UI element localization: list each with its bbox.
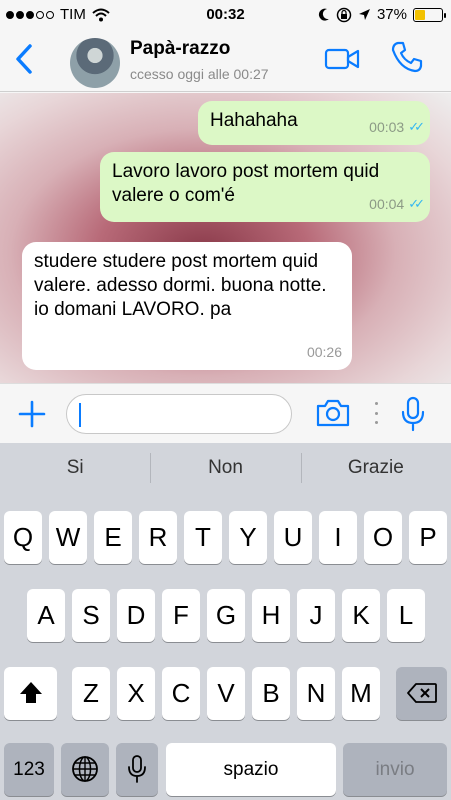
message-bubble[interactable]: Lavoro lavoro post mortem quid valere o … — [100, 152, 430, 222]
key-p[interactable]: P — [409, 511, 447, 564]
key-v[interactable]: V — [207, 667, 245, 720]
microphone-icon — [128, 755, 146, 783]
key-l[interactable]: L — [387, 589, 425, 642]
message-time: 00:26 — [306, 344, 342, 360]
message-text: studere studere post mortem quid valere.… — [34, 251, 327, 320]
status-right: 37% — [318, 6, 446, 23]
contact-avatar[interactable] — [70, 38, 120, 88]
key-k[interactable]: K — [342, 589, 380, 642]
more-options-icon[interactable] — [372, 402, 380, 424]
read-ticks-icon: ✓✓ — [408, 196, 425, 211]
battery-percent: 37% — [376, 6, 407, 23]
text-cursor — [79, 403, 81, 427]
shift-arrow-icon — [19, 682, 42, 703]
key-t[interactable]: T — [184, 511, 222, 564]
battery-level-fill — [415, 9, 425, 20]
phone-call-icon[interactable] — [390, 40, 424, 74]
space-key[interactable]: spazio — [166, 743, 336, 796]
suggestion-item[interactable]: Non — [150, 443, 300, 493]
key-c[interactable]: C — [162, 667, 200, 720]
key-f[interactable]: F — [162, 589, 200, 642]
message-meta: 00:03 ✓✓ — [369, 115, 425, 139]
key-u[interactable]: U — [274, 511, 312, 564]
key-m[interactable]: M — [342, 667, 380, 720]
key-h[interactable]: H — [252, 589, 290, 642]
chat-header: Papà-razzo ccesso oggi alle 00:27 — [0, 30, 451, 92]
delete-key[interactable] — [396, 667, 447, 720]
globe-icon — [72, 756, 98, 782]
message-input[interactable] — [66, 394, 292, 434]
message-text: Hahahaha — [210, 110, 298, 131]
predictive-suggestions: Si Non Grazie — [0, 443, 451, 493]
last-seen-status: ccesso oggi alle 00:27 — [130, 66, 269, 82]
message-time: 00:03 — [369, 119, 405, 135]
key-z[interactable]: Z — [72, 667, 110, 720]
location-arrow-icon — [358, 9, 370, 20]
key-e[interactable]: E — [94, 511, 132, 564]
keyboard: Q W E R T Y U I O P A S D F G H J K L Z … — [0, 493, 451, 800]
plus-icon[interactable] — [14, 396, 50, 432]
back-chevron-icon[interactable] — [10, 42, 40, 76]
key-o[interactable]: O — [364, 511, 402, 564]
chat-messages[interactable]: Hahahaha 00:03 ✓✓ Lavoro lavoro post mor… — [0, 93, 451, 383]
backspace-icon — [406, 683, 437, 703]
key-j[interactable]: J — [297, 589, 335, 642]
key-x[interactable]: X — [117, 667, 155, 720]
contact-name[interactable]: Papà-razzo — [130, 38, 230, 60]
globe-key[interactable] — [61, 743, 109, 796]
key-a[interactable]: A — [27, 589, 65, 642]
dictation-key[interactable] — [116, 743, 158, 796]
message-time: 00:04 — [369, 196, 405, 212]
key-q[interactable]: Q — [4, 511, 42, 564]
video-call-icon[interactable] — [324, 46, 360, 72]
camera-icon[interactable] — [315, 398, 351, 428]
microphone-icon[interactable] — [398, 396, 428, 432]
read-ticks-icon: ✓✓ — [408, 119, 425, 134]
shift-key[interactable] — [4, 667, 57, 720]
suggestion-item[interactable]: Grazie — [300, 443, 451, 493]
message-bubble[interactable]: studere studere post mortem quid valere.… — [22, 242, 352, 370]
moon-icon — [318, 8, 329, 21]
key-i[interactable]: I — [319, 511, 357, 564]
return-key[interactable]: invio — [343, 743, 447, 796]
key-y[interactable]: Y — [229, 511, 267, 564]
key-s[interactable]: S — [72, 589, 110, 642]
key-w[interactable]: W — [49, 511, 87, 564]
key-n[interactable]: N — [297, 667, 335, 720]
status-bar: TIM 00:32 37% — [0, 0, 451, 30]
message-meta: 00:04 ✓✓ — [369, 192, 425, 216]
key-d[interactable]: D — [117, 589, 155, 642]
message-bubble[interactable]: Hahahaha 00:03 ✓✓ — [198, 101, 430, 145]
message-input-bar — [0, 383, 451, 443]
key-g[interactable]: G — [207, 589, 245, 642]
key-r[interactable]: R — [139, 511, 177, 564]
message-meta: 00:26 — [307, 340, 342, 364]
numbers-key[interactable]: 123 — [4, 743, 54, 796]
key-b[interactable]: B — [252, 667, 290, 720]
suggestion-item[interactable]: Si — [0, 443, 150, 493]
message-text: Lavoro lavoro post mortem quid valere o … — [112, 161, 380, 206]
battery-icon — [413, 7, 446, 22]
rotation-lock-icon — [336, 7, 352, 22]
